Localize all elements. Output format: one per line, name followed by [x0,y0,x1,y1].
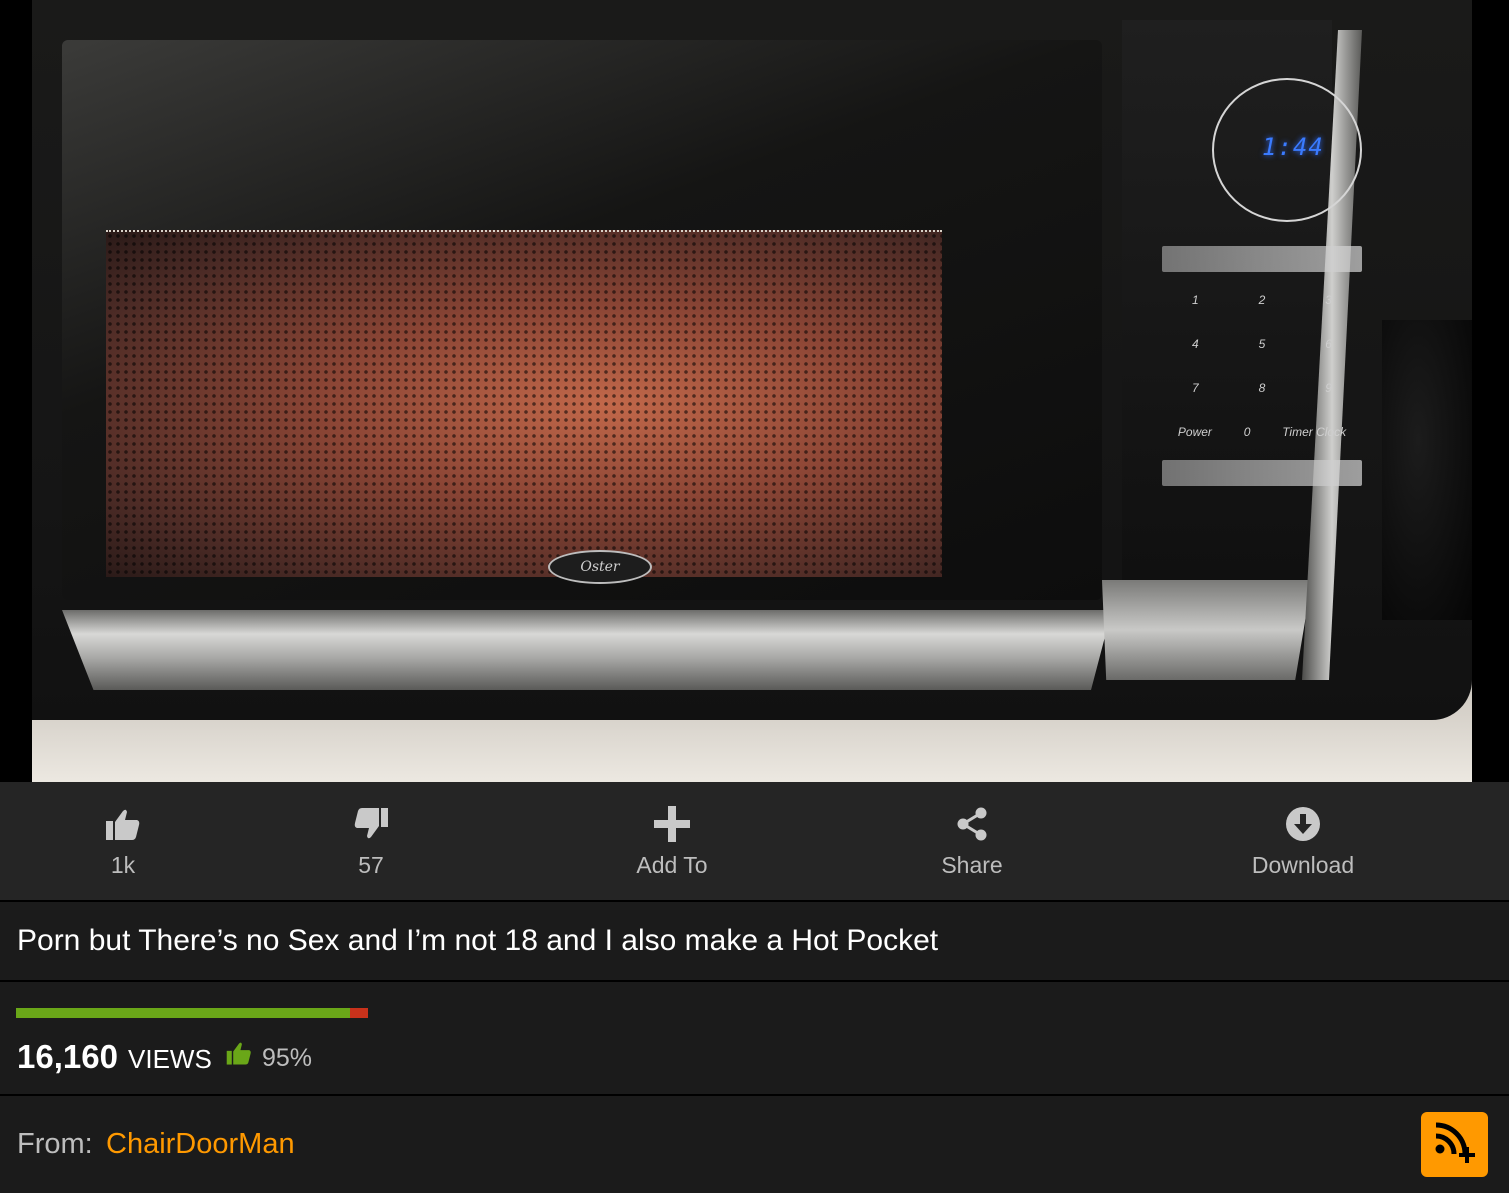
keypad-key: 8 [1258,381,1266,395]
brand-badge: Oster [548,550,652,584]
keypad-key: 1 [1191,293,1199,307]
keypad-row: 7 8 9 [1162,366,1362,410]
rating-bar [16,1008,368,1018]
keypad-row: 4 5 6 [1162,322,1362,366]
microwave-keypad: 1 2 3 4 5 6 7 8 9 Power 0 Timer Clock [1162,240,1362,492]
add-to-label: Add To [636,852,708,878]
handle-corner [1102,580,1312,680]
keypad-key: 7 [1191,381,1199,395]
thumbs-up-icon [101,804,145,844]
views-label: VIEWS [128,1044,212,1074]
door-handle [62,610,1112,690]
timer-display: 1:44 [1262,133,1324,161]
download-button[interactable]: Download [1240,782,1366,900]
download-label: Download [1251,852,1355,878]
keypad-key: 5 [1258,337,1266,351]
dislike-button[interactable]: 57 [340,782,402,900]
from-label: From: [17,1128,93,1160]
share-button[interactable]: Share [930,782,1014,900]
keypad-strip-bottom [1162,460,1362,486]
add-to-button[interactable]: Add To [620,782,724,900]
views-count: 16,160 [17,1038,118,1075]
microwave-door: Oster [62,40,1102,600]
rating-percent: 95% [262,1044,313,1072]
share-label: Share [941,852,1003,878]
video-title: Porn but There’s no Sex and I’m not 18 a… [17,924,939,957]
video-player[interactable]: Oster 1:44 1 2 3 4 5 6 7 8 9 Power 0 Tim… [0,0,1509,782]
stove-background [1382,320,1472,620]
video-title-bar: Porn but There’s no Sex and I’m not 18 a… [0,902,1509,982]
keypad-key: Timer Clock [1282,425,1347,439]
keypad-key: 6 [1325,337,1332,351]
action-bar: 1k 57 Add To Share Download [0,782,1509,902]
subscribe-button[interactable] [1421,1112,1488,1177]
plus-icon [650,804,694,844]
keypad-row: Power 0 Timer Clock [1162,410,1362,454]
like-count: 1k [110,852,136,878]
download-icon [1281,804,1325,844]
video-stats: 16,160 VIEWS 95% [0,982,1509,1096]
keypad-key: 3 [1325,293,1332,307]
dislike-count: 57 [358,852,384,878]
share-icon [950,804,994,844]
keypad-key: 0 [1243,425,1251,439]
video-frame[interactable]: Oster 1:44 1 2 3 4 5 6 7 8 9 Power 0 Tim… [32,0,1472,782]
uploader-link[interactable]: ChairDoorMan [106,1128,295,1161]
keypad-key: 9 [1325,381,1332,395]
keypad-strip-top [1162,246,1362,272]
keypad-key: 4 [1191,337,1199,351]
keypad-row: 1 2 3 [1162,278,1362,322]
thumbs-up-icon [226,1040,252,1066]
uploader-bar: From: ChairDoorMan [0,1096,1509,1193]
microwave-window [106,230,942,577]
keypad-key: 2 [1258,293,1266,307]
keypad-key: Power [1177,425,1212,439]
like-button[interactable]: 1k [92,782,154,900]
rss-plus-icon [1432,1119,1478,1170]
thumbs-down-icon [349,804,393,844]
rating-bar-fill [16,1008,351,1018]
